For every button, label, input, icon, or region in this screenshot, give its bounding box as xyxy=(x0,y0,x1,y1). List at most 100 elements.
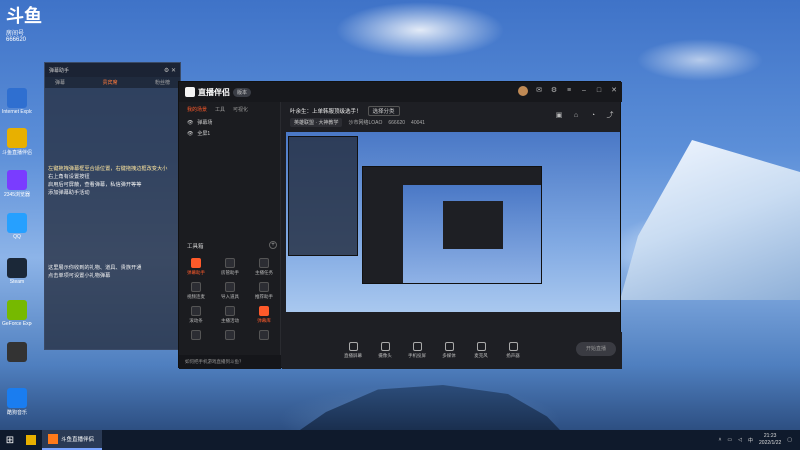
app-logo-icon xyxy=(185,87,195,97)
tool-icon xyxy=(259,282,269,292)
close-icon[interactable]: ✕ xyxy=(610,87,618,95)
toolbox-item[interactable]: 视频连麦 xyxy=(179,282,213,300)
start-live-button[interactable]: 开始直播 xyxy=(576,342,616,356)
desktop-icon[interactable]: QQ xyxy=(2,213,32,240)
chevron-up-icon[interactable]: ˄ xyxy=(718,437,721,443)
app-icon xyxy=(48,434,58,444)
message-icon[interactable]: ✉ xyxy=(535,87,543,95)
toolbox-item[interactable]: 推荐助手 xyxy=(247,282,281,300)
desktop-icon[interactable]: 2345浏览器 xyxy=(2,170,32,198)
tab-visual[interactable]: 可视化 xyxy=(233,106,248,113)
version-badge[interactable]: 版本 xyxy=(233,87,252,97)
tab-danmaku[interactable]: 弹幕 xyxy=(55,79,65,86)
source-icon xyxy=(476,342,486,351)
toolbox-item[interactable]: 滚动条 xyxy=(179,306,213,324)
tool-label: 滚动条 xyxy=(189,318,203,323)
toolbox-item[interactable]: 弹幕库 xyxy=(247,306,281,324)
source-button[interactable]: 摄像头 xyxy=(374,342,396,359)
danmaku-helper-panel[interactable]: 弹幕助手 ⚙ ✕ 弹幕 贵宾席 粉丝榜 左键拖拽弹幕框至合适位置，右键拖拽边框改… xyxy=(44,62,181,350)
desktop-icon-label: GeForce Experience xyxy=(2,321,32,327)
hint-line-3: 启用后可屏蔽，查看弹幕，私信弹开等等 xyxy=(48,182,142,188)
maximize-icon[interactable]: □ xyxy=(595,87,603,95)
toolbox-add-icon[interactable]: + xyxy=(269,241,277,249)
bell-icon[interactable]: ◔ xyxy=(589,112,597,120)
taskbar-active-app[interactable]: 斗鱼直播伴侣 xyxy=(42,430,102,450)
toolbox-item[interactable]: 主播任务 xyxy=(247,258,281,276)
desktop-icon-label: 2345浏览器 xyxy=(3,192,31,198)
desktop-icon[interactable]: Internet Explorer xyxy=(2,88,32,115)
desktop-app-icon xyxy=(7,300,27,320)
source-toolbar: 直播屏幕 摄像头 手机投屏 多媒体 麦克风 扬声器 xyxy=(282,332,622,369)
desktop-app-icon xyxy=(7,213,27,233)
notification-icon[interactable]: ▢ xyxy=(787,437,792,443)
source-button[interactable]: 多媒体 xyxy=(438,342,460,359)
desktop-icon[interactable]: GeForce Experience xyxy=(2,300,32,327)
network-icon[interactable]: ▭ xyxy=(727,437,732,443)
desktop-icon-label: Steam xyxy=(9,279,25,285)
panel-settings-icon[interactable]: ⚙ ✕ xyxy=(164,67,176,74)
tab-vip[interactable]: 贵宾席 xyxy=(102,79,117,86)
source-button[interactable]: 手机投屏 xyxy=(406,342,428,359)
room-title[interactable]: 叶余生：上单韩服顶级选手！ xyxy=(290,107,362,115)
eye-icon[interactable]: 👁 xyxy=(187,120,193,126)
scene-label: 弹幕场 xyxy=(197,120,213,126)
hint-line-1: 左键拖拽弹幕框至合适位置，右键拖拽边框改变大小 xyxy=(48,166,168,172)
tool-icon xyxy=(259,306,269,316)
tool-icon xyxy=(225,306,235,316)
desktop-icon-label: Internet Explorer xyxy=(2,109,32,115)
tool-label: 视频连麦 xyxy=(187,294,205,299)
desktop-icon[interactable]: 斗鱼直播伴侣 xyxy=(2,128,32,156)
tool-icon xyxy=(191,306,201,316)
scene-item[interactable]: 👁 全屏1 xyxy=(179,128,280,139)
toolbox-item[interactable]: 导入道具 xyxy=(213,282,247,300)
category-pill[interactable]: 英雄联盟 · 大神教学 xyxy=(290,118,343,127)
clock-time: 21:23 xyxy=(763,433,777,439)
tab-my-scenes[interactable]: 我的场景 xyxy=(187,106,207,113)
tool-label: 主播活动 xyxy=(221,318,239,323)
category-select[interactable]: 选择分类 xyxy=(367,106,400,116)
share-icon[interactable]: ⤴ xyxy=(606,112,614,120)
source-icon xyxy=(380,342,390,351)
toolbox-item[interactable]: 弹幕助手 xyxy=(179,258,213,276)
source-button[interactable]: 麦克风 xyxy=(470,342,492,359)
live-companion-window: 直播伴侣 版本 ✉ ⚙ ≡ – □ ✕ 我的场景 工具 可视化 👁 弹幕场 👁 … xyxy=(178,81,622,369)
help-link[interactable]: 如何把手机游戏直播到斗鱼？ xyxy=(179,355,281,369)
input-language[interactable]: 中 xyxy=(748,437,753,444)
douyu-logo: 斗鱼 xyxy=(6,6,42,26)
lock-icon[interactable]: ⌂ xyxy=(572,112,580,120)
tool-label: 主播任务 xyxy=(255,270,273,275)
source-button[interactable]: 直播屏幕 xyxy=(342,342,364,359)
settings-icon[interactable]: ⚙ xyxy=(550,87,558,95)
taskbar-pinned-app[interactable] xyxy=(20,430,42,450)
desktop-app-icon xyxy=(7,88,27,108)
desktop-icon[interactable]: 酷狗音乐 xyxy=(2,388,32,416)
source-button[interactable]: 扬声器 xyxy=(502,342,524,359)
gift-line-1: 这里展示你收到的礼物、道具、贵族开通 xyxy=(48,265,142,271)
menu-icon[interactable]: ≡ xyxy=(565,87,573,95)
clock[interactable]: 21:23 2022/1/22 xyxy=(759,433,781,447)
source-icon xyxy=(508,342,518,351)
desktop-icon[interactable] xyxy=(2,342,32,363)
stream-preview[interactable] xyxy=(286,132,620,312)
preview-nested-window-2 xyxy=(443,201,503,249)
clock-date: 2022/1/22 xyxy=(759,440,782,446)
toolbox-item[interactable]: 主播活动 xyxy=(213,306,247,324)
tab-tools[interactable]: 工具 xyxy=(215,106,225,113)
toolbox-item[interactable] xyxy=(213,330,247,342)
scene-item[interactable]: 👁 弹幕场 xyxy=(179,117,280,128)
eye-icon[interactable]: 👁 xyxy=(187,131,193,137)
desktop-icon[interactable]: Steam xyxy=(2,258,32,285)
minimize-icon[interactable]: – xyxy=(580,87,588,95)
user-avatar[interactable] xyxy=(518,86,528,96)
room-id: 666620 xyxy=(388,119,406,126)
douyu-room-badge: 斗鱼 房间号 666620 xyxy=(6,2,66,52)
app-name: 直播伴侣 xyxy=(198,87,230,97)
room-label: 房间号 xyxy=(6,31,25,37)
toolbox-item[interactable]: 房管助手 xyxy=(213,258,247,276)
tab-fans[interactable]: 粉丝榜 xyxy=(155,79,170,86)
start-button[interactable]: ⊞ xyxy=(0,430,20,450)
toolbox-item[interactable] xyxy=(247,330,281,342)
toolbox-item[interactable] xyxy=(179,330,213,342)
volume-icon[interactable]: ◁ xyxy=(738,437,742,443)
gift-icon[interactable]: ▣ xyxy=(555,112,563,120)
